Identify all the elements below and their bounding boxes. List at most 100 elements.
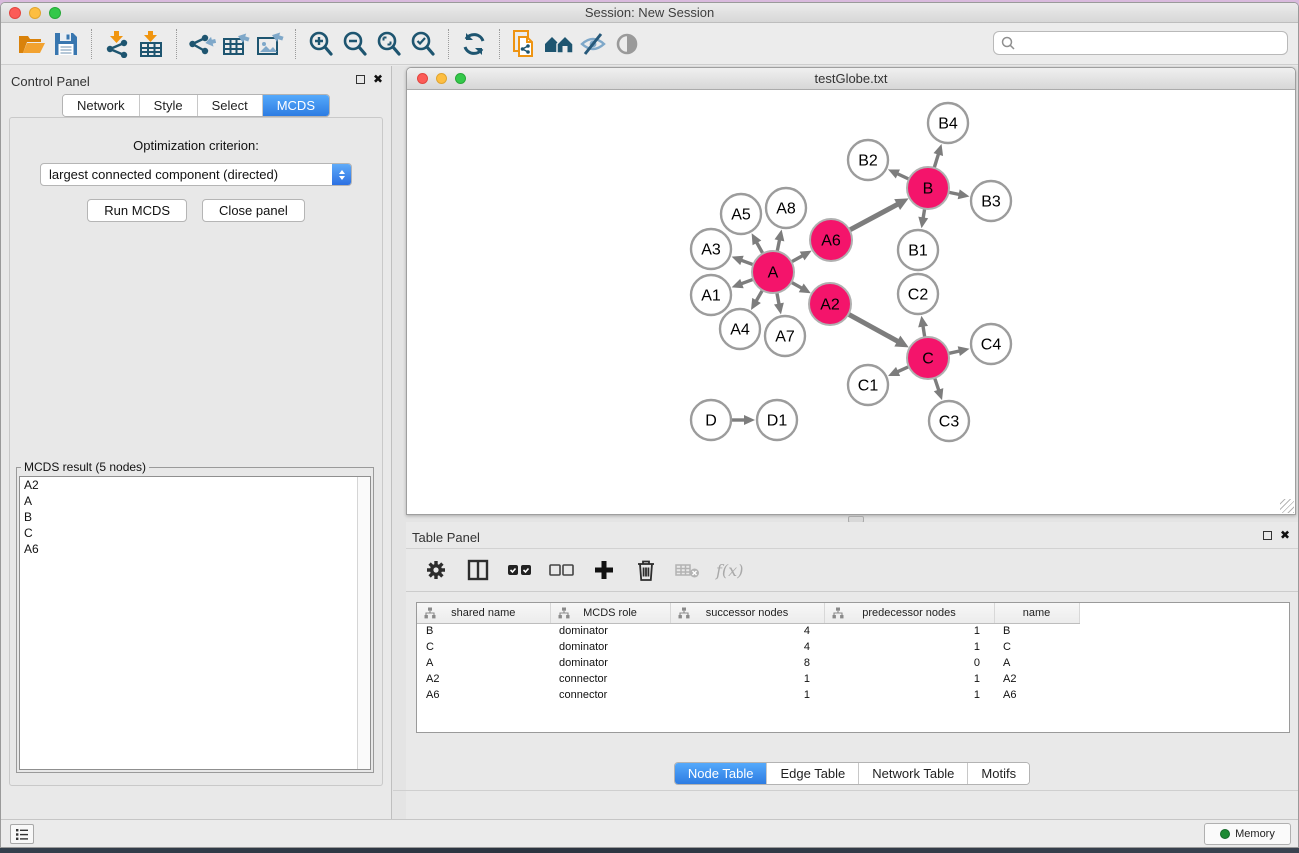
tab-node-table[interactable]: Node Table bbox=[675, 763, 768, 784]
graph-edge-A-A6[interactable] bbox=[791, 255, 803, 262]
float-panel-icon[interactable] bbox=[356, 75, 365, 84]
column-header-shared-name[interactable]: shared name bbox=[417, 603, 550, 623]
table-row[interactable]: A2connector11A2 bbox=[417, 671, 1080, 687]
graph-edge-A6-B[interactable] bbox=[850, 204, 899, 230]
graph-edge-B-B2[interactable] bbox=[896, 173, 909, 179]
hide-visibility-button[interactable] bbox=[576, 27, 610, 61]
run-mcds-button[interactable]: Run MCDS bbox=[87, 199, 187, 222]
tab-style[interactable]: Style bbox=[140, 95, 198, 116]
cell-shared-name: B bbox=[417, 623, 550, 639]
float-panel-icon[interactable] bbox=[1263, 531, 1272, 540]
main-region: Control Panel ✖ NetworkStyleSelectMCDS O… bbox=[1, 66, 1298, 819]
tab-select[interactable]: Select bbox=[198, 95, 263, 116]
zoom-fit-icon bbox=[375, 30, 403, 58]
import-network-button[interactable] bbox=[100, 27, 134, 61]
zoom-in-button[interactable] bbox=[304, 27, 338, 61]
resize-grip-icon[interactable] bbox=[1280, 499, 1294, 513]
delete-column-button[interactable] bbox=[632, 556, 660, 584]
network-close-button[interactable] bbox=[417, 73, 428, 84]
open-session-button[interactable] bbox=[15, 27, 49, 61]
delete-table-icon bbox=[675, 561, 701, 579]
criterion-dropdown[interactable]: largest connected component (directed) bbox=[40, 163, 352, 186]
graph-edge-A-A2[interactable] bbox=[791, 282, 803, 289]
close-panel-icon[interactable]: ✖ bbox=[373, 74, 383, 84]
zoom-out-icon bbox=[341, 30, 369, 58]
edge-arrowhead-icon bbox=[774, 303, 784, 315]
node-label-B4: B4 bbox=[938, 116, 958, 133]
eye-button[interactable] bbox=[610, 27, 644, 61]
tab-motifs[interactable]: Motifs bbox=[968, 763, 1029, 784]
cell-name: C bbox=[994, 639, 1079, 655]
function-builder-button[interactable]: f(x) bbox=[716, 561, 743, 580]
zoom-selected-button[interactable] bbox=[406, 27, 440, 61]
select-all-button[interactable] bbox=[506, 556, 534, 584]
list-icon bbox=[15, 828, 29, 841]
close-panel-button[interactable]: Close panel bbox=[202, 199, 305, 222]
table-row[interactable]: Cdominator41C bbox=[417, 639, 1080, 655]
mcds-result-item[interactable]: B bbox=[20, 509, 370, 525]
graph-edge-A-A1[interactable] bbox=[740, 279, 753, 284]
graph-edge-B-B4[interactable] bbox=[934, 153, 939, 168]
mcds-result-list: A2ABCA6 bbox=[19, 476, 371, 770]
cell-successor-nodes: 1 bbox=[670, 687, 824, 703]
column-header-predecessor-nodes[interactable]: predecessor nodes bbox=[824, 603, 994, 623]
save-session-button[interactable] bbox=[49, 27, 83, 61]
delete-table-button[interactable] bbox=[674, 556, 702, 584]
add-column-button[interactable] bbox=[590, 556, 618, 584]
network-window: testGlobe.txt B4B2BB3A8A5A6A3B1AC2A1A2A4… bbox=[406, 67, 1296, 515]
tab-network[interactable]: Network bbox=[63, 95, 140, 116]
column-header-successor-nodes[interactable]: successor nodes bbox=[670, 603, 824, 623]
mcds-result-item[interactable]: A2 bbox=[20, 477, 370, 493]
node-label-B1: B1 bbox=[908, 243, 928, 260]
zoom-fit-button[interactable] bbox=[372, 27, 406, 61]
tab-mcds[interactable]: MCDS bbox=[263, 95, 329, 116]
cell-MCDS-role: dominator bbox=[550, 623, 670, 639]
network-zoom-button[interactable] bbox=[455, 73, 466, 84]
mcds-result-item[interactable]: A bbox=[20, 493, 370, 509]
refresh-layout-button[interactable] bbox=[457, 27, 491, 61]
graph-edge-A2-C[interactable] bbox=[848, 314, 899, 342]
node-label-D: D bbox=[705, 413, 717, 430]
graph-edge-C-C1[interactable] bbox=[896, 367, 909, 373]
edge-arrowhead-icon bbox=[732, 256, 744, 265]
export-network-button[interactable] bbox=[185, 27, 219, 61]
export-image-button[interactable] bbox=[253, 27, 287, 61]
mcds-result-item[interactable]: A6 bbox=[20, 541, 370, 557]
node-label-D1: D1 bbox=[767, 413, 788, 430]
split-panel-button[interactable] bbox=[464, 556, 492, 584]
zoom-out-button[interactable] bbox=[338, 27, 372, 61]
minimize-window-button[interactable] bbox=[29, 7, 41, 19]
table-settings-button[interactable] bbox=[422, 556, 450, 584]
home-neighbors-button[interactable] bbox=[542, 27, 576, 61]
table-row[interactable]: A6connector11A6 bbox=[417, 687, 1080, 703]
close-window-button[interactable] bbox=[9, 7, 21, 19]
network-minimize-button[interactable] bbox=[436, 73, 447, 84]
scrollbar-track[interactable] bbox=[357, 477, 370, 769]
graph-edge-A-A5[interactable] bbox=[756, 241, 763, 253]
criterion-value: largest connected component (directed) bbox=[41, 167, 332, 182]
task-history-button[interactable] bbox=[10, 824, 34, 844]
tab-edge-table[interactable]: Edge Table bbox=[767, 763, 859, 784]
column-header-name[interactable]: name bbox=[994, 603, 1079, 623]
import-table-button[interactable] bbox=[134, 27, 168, 61]
node-label-C1: C1 bbox=[858, 378, 879, 395]
duplicate-network-button[interactable] bbox=[508, 27, 542, 61]
graph-edge-A-A3[interactable] bbox=[740, 260, 753, 265]
column-header-MCDS-role[interactable]: MCDS role bbox=[550, 603, 670, 623]
tab-network-table[interactable]: Network Table bbox=[859, 763, 968, 784]
unselect-all-button[interactable] bbox=[548, 556, 576, 584]
node-label-C4: C4 bbox=[981, 337, 1002, 354]
cell-MCDS-role: dominator bbox=[550, 655, 670, 671]
memory-button[interactable]: Memory bbox=[1204, 823, 1291, 845]
graph-edge-A-A4[interactable] bbox=[756, 290, 763, 302]
search-input[interactable] bbox=[1016, 33, 1287, 53]
table-row[interactable]: Bdominator41B bbox=[417, 623, 1080, 639]
graph-edge-C-C3[interactable] bbox=[935, 378, 940, 392]
close-panel-icon[interactable]: ✖ bbox=[1280, 530, 1290, 540]
network-canvas[interactable]: B4B2BB3A8A5A6A3B1AC2A1A2A4A7C4CC1DD1C3 bbox=[407, 90, 1295, 514]
search-box[interactable] bbox=[993, 31, 1288, 55]
zoom-window-button[interactable] bbox=[49, 7, 61, 19]
mcds-result-item[interactable]: C bbox=[20, 525, 370, 541]
table-row[interactable]: Adominator80A bbox=[417, 655, 1080, 671]
export-table-button[interactable] bbox=[219, 27, 253, 61]
